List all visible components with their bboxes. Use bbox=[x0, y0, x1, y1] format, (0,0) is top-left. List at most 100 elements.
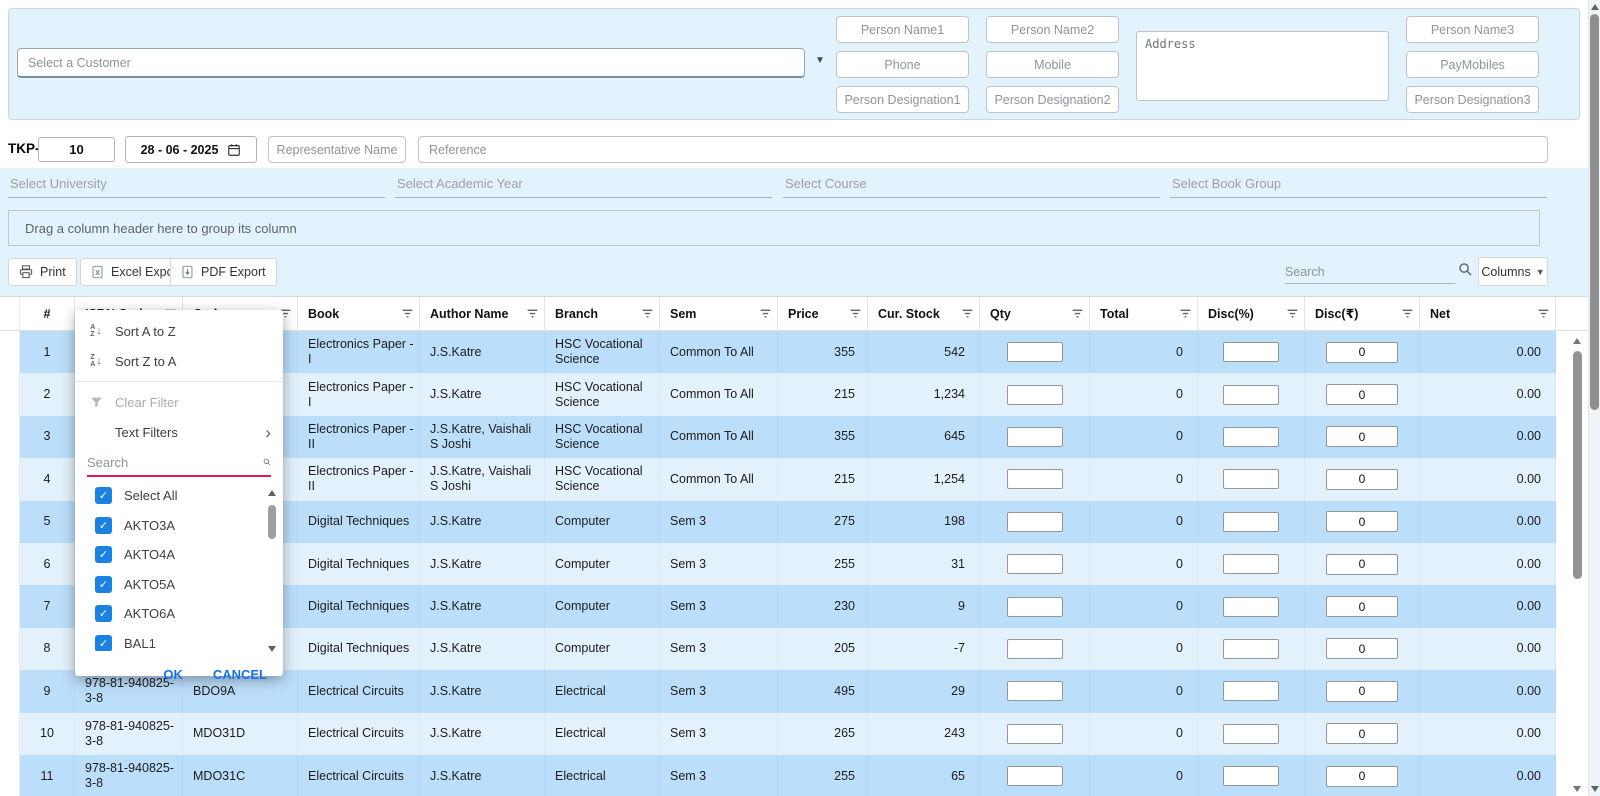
scroll-up-icon[interactable] bbox=[268, 490, 276, 496]
search-icon[interactable] bbox=[1458, 262, 1473, 277]
mobile-field[interactable] bbox=[986, 51, 1119, 78]
filter-list-scrollbar[interactable] bbox=[267, 490, 277, 652]
checkbox-checked-icon[interactable]: ✓ bbox=[95, 605, 112, 622]
disc-percent-input[interactable] bbox=[1223, 681, 1279, 701]
disc-rupee-input[interactable] bbox=[1326, 384, 1398, 405]
column-header[interactable]: Net bbox=[1420, 297, 1556, 330]
filter-option[interactable]: ✓ Select All bbox=[75, 481, 283, 511]
filter-option[interactable]: ✓ AKTO3A bbox=[75, 511, 283, 541]
search-icon[interactable] bbox=[263, 455, 271, 469]
column-header[interactable]: Disc(₹) bbox=[1305, 297, 1420, 330]
checkbox-checked-icon[interactable]: ✓ bbox=[95, 635, 112, 651]
scrollbar-thumb[interactable] bbox=[1590, 14, 1599, 410]
grid-search-input[interactable] bbox=[1285, 265, 1455, 279]
disc-percent-input[interactable] bbox=[1223, 469, 1279, 489]
checkbox-checked-icon[interactable]: ✓ bbox=[95, 576, 112, 593]
column-header[interactable]: Disc(%) bbox=[1198, 297, 1305, 330]
checkbox-checked-icon[interactable]: ✓ bbox=[95, 487, 112, 504]
filter-icon[interactable] bbox=[1286, 307, 1299, 320]
qty-input[interactable] bbox=[1007, 597, 1063, 617]
column-header[interactable]: # bbox=[20, 297, 75, 330]
filter-icon[interactable] bbox=[1179, 307, 1192, 320]
customer-select-input[interactable] bbox=[17, 48, 805, 78]
disc-rupee-input[interactable] bbox=[1326, 766, 1398, 787]
select-university-dropdown[interactable]: Select University bbox=[8, 170, 385, 198]
disc-percent-input[interactable] bbox=[1223, 639, 1279, 659]
disc-percent-input[interactable] bbox=[1223, 427, 1279, 447]
column-header[interactable]: Total bbox=[1090, 297, 1198, 330]
scroll-down-icon[interactable] bbox=[268, 646, 276, 652]
table-scrollbar[interactable] bbox=[1572, 334, 1583, 796]
person-name1-field[interactable] bbox=[836, 16, 969, 43]
scroll-up-icon[interactable] bbox=[1573, 338, 1581, 344]
disc-rupee-input[interactable] bbox=[1326, 511, 1398, 532]
disc-rupee-input[interactable] bbox=[1326, 342, 1398, 363]
date-input[interactable]: 28 - 06 - 2025 bbox=[125, 136, 257, 163]
column-header[interactable]: Author Name bbox=[420, 297, 545, 330]
print-button[interactable]: Print bbox=[8, 258, 77, 286]
paymobiles-field[interactable] bbox=[1406, 51, 1539, 78]
pdf-export-button[interactable]: PDF Export bbox=[170, 258, 277, 286]
filter-icon[interactable] bbox=[526, 307, 539, 320]
qty-input[interactable] bbox=[1007, 385, 1063, 405]
disc-percent-input[interactable] bbox=[1223, 766, 1279, 786]
qty-input[interactable] bbox=[1007, 427, 1063, 447]
column-header[interactable]: Cur. Stock bbox=[868, 297, 980, 330]
column-header[interactable]: Price bbox=[778, 297, 868, 330]
person-name3-field[interactable] bbox=[1406, 16, 1539, 43]
filter-option[interactable]: ✓ AKTO6A bbox=[75, 599, 283, 629]
select-course-dropdown[interactable]: Select Course bbox=[783, 170, 1160, 198]
grid-search[interactable] bbox=[1285, 260, 1455, 284]
sort-z-to-a-item[interactable]: ZA ↓ Sort Z to A bbox=[75, 346, 283, 376]
disc-percent-input[interactable] bbox=[1223, 724, 1279, 744]
filter-option[interactable]: ✓ BAL1 bbox=[75, 629, 283, 652]
filter-icon[interactable] bbox=[849, 307, 862, 320]
qty-input[interactable] bbox=[1007, 512, 1063, 532]
checkbox-checked-icon[interactable]: ✓ bbox=[95, 546, 112, 563]
qty-input[interactable] bbox=[1007, 554, 1063, 574]
page-scrollbar[interactable] bbox=[1588, 0, 1600, 796]
disc-percent-input[interactable] bbox=[1223, 385, 1279, 405]
disc-rupee-input[interactable] bbox=[1326, 681, 1398, 702]
disc-rupee-input[interactable] bbox=[1326, 469, 1398, 490]
disc-percent-input[interactable] bbox=[1223, 554, 1279, 574]
qty-input[interactable] bbox=[1007, 766, 1063, 786]
disc-rupee-input[interactable] bbox=[1326, 426, 1398, 447]
column-header[interactable]: Qty bbox=[980, 297, 1090, 330]
filter-icon[interactable] bbox=[401, 307, 414, 320]
disc-rupee-input[interactable] bbox=[1326, 554, 1398, 575]
select-academic-year-dropdown[interactable]: Select Academic Year bbox=[395, 170, 772, 198]
scroll-down-icon[interactable] bbox=[1591, 786, 1599, 792]
filter-icon[interactable] bbox=[641, 307, 654, 320]
disc-rupee-input[interactable] bbox=[1326, 723, 1398, 744]
clear-filter-item[interactable]: Clear Filter bbox=[75, 387, 283, 417]
filter-icon[interactable] bbox=[759, 307, 772, 320]
select-book-group-dropdown[interactable]: Select Book Group bbox=[1170, 170, 1547, 198]
sort-a-to-z-item[interactable]: AZ ↓ Sort A to Z bbox=[75, 316, 283, 346]
filter-search[interactable] bbox=[87, 449, 271, 477]
filter-icon[interactable] bbox=[1537, 307, 1550, 320]
qty-input[interactable] bbox=[1007, 639, 1063, 659]
reference-field[interactable] bbox=[418, 136, 1548, 163]
scroll-up-icon[interactable] bbox=[1591, 4, 1599, 10]
columns-chooser-button[interactable]: Columns ▼ bbox=[1478, 257, 1548, 286]
person-designation1-field[interactable] bbox=[836, 86, 969, 113]
column-header[interactable]: Sem bbox=[660, 297, 778, 330]
disc-percent-input[interactable] bbox=[1223, 342, 1279, 362]
scroll-down-icon[interactable] bbox=[1573, 786, 1581, 792]
qty-input[interactable] bbox=[1007, 469, 1063, 489]
qty-input[interactable] bbox=[1007, 342, 1063, 362]
ok-button[interactable]: OK bbox=[163, 667, 183, 682]
column-header[interactable]: Book bbox=[298, 297, 420, 330]
group-drop-area[interactable]: Drag a column header here to group its c… bbox=[8, 210, 1540, 246]
qty-input[interactable] bbox=[1007, 681, 1063, 701]
cancel-button[interactable]: CANCEL bbox=[213, 667, 267, 682]
column-header[interactable]: Branch bbox=[545, 297, 660, 330]
tkp-number-input[interactable] bbox=[38, 137, 115, 162]
address-field[interactable] bbox=[1136, 31, 1389, 101]
chevron-down-icon[interactable]: ▼ bbox=[815, 55, 825, 66]
checkbox-checked-icon[interactable]: ✓ bbox=[95, 517, 112, 534]
representative-name-field[interactable] bbox=[268, 136, 406, 163]
person-name2-field[interactable] bbox=[986, 16, 1119, 43]
person-designation2-field[interactable] bbox=[986, 86, 1119, 113]
